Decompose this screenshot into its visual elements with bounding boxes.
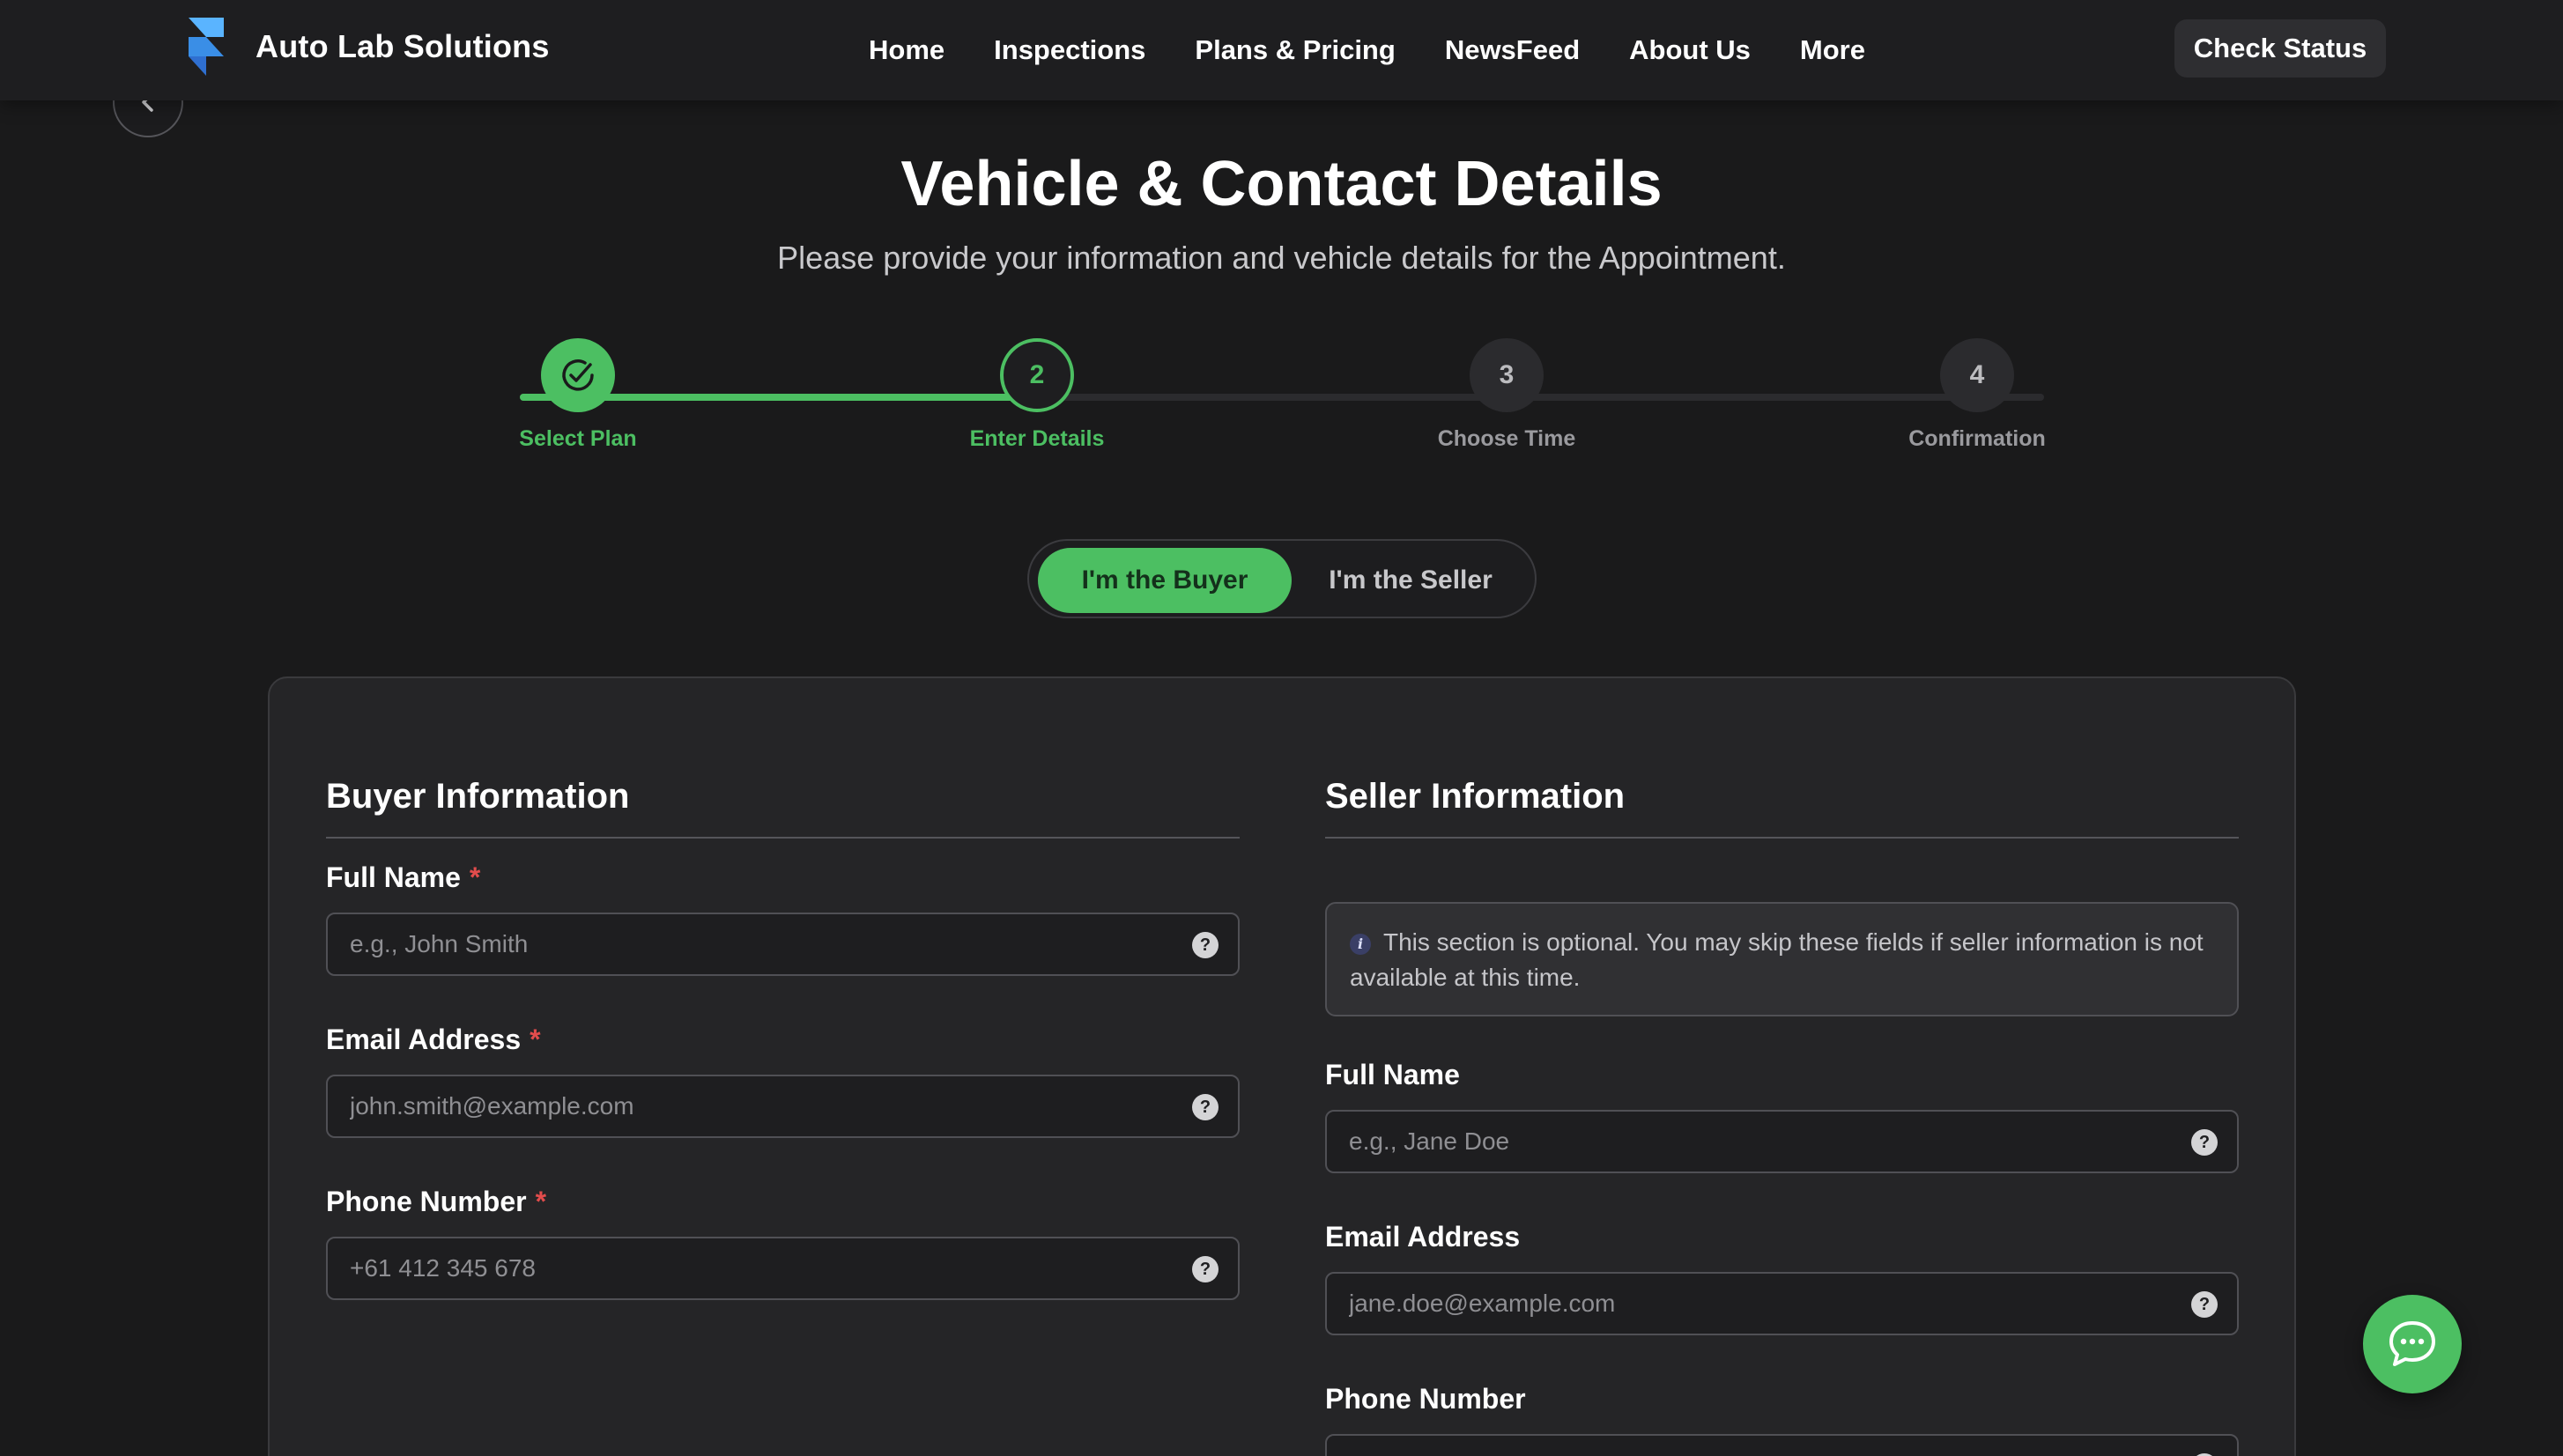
page-title: Vehicle & Contact Details [900, 149, 1663, 219]
step-4-circle: 4 [1940, 338, 2014, 412]
nav-plans-pricing[interactable]: Plans & Pricing [1195, 34, 1395, 66]
buyer-email-label: Email Address * [326, 1024, 541, 1056]
seller-email-field: ? [1325, 1272, 2239, 1335]
help-icon[interactable]: ? [1192, 1256, 1219, 1282]
buyer-toggle-button[interactable]: I'm the Buyer [1038, 548, 1292, 613]
step-3-circle: 3 [1470, 338, 1544, 412]
seller-notice-text: This section is optional. You may skip t… [1350, 928, 2204, 991]
nav-home[interactable]: Home [869, 34, 944, 66]
top-navbar: Auto Lab Solutions Home Inspections Plan… [0, 0, 2563, 100]
buyer-full-name-input[interactable] [328, 914, 1174, 974]
seller-phone-input[interactable] [1327, 1436, 2173, 1456]
main-nav: Home Inspections Plans & Pricing NewsFee… [869, 26, 1865, 74]
seller-toggle-button[interactable]: I'm the Seller [1292, 548, 1530, 613]
step-3-label: Choose Time [1437, 426, 1576, 451]
step-4-label: Confirmation [1908, 426, 2046, 451]
step-1-circle [541, 338, 615, 412]
buyer-section-title: Buyer Information [326, 777, 1240, 839]
buyer-full-name-label-text: Full Name [326, 861, 461, 893]
buyer-email-label-text: Email Address [326, 1024, 522, 1055]
buyer-full-name-label: Full Name * [326, 861, 480, 894]
chat-button[interactable] [2363, 1295, 2462, 1393]
nav-more[interactable]: More [1800, 34, 1865, 66]
required-mark: * [469, 861, 481, 893]
chat-bubble-icon [2389, 1321, 2435, 1366]
details-form-card: Buyer Information Full Name* ? Email Add… [268, 676, 2296, 1456]
seller-email-label: Email Address [1325, 1221, 1521, 1253]
help-icon[interactable]: ? [1192, 932, 1219, 958]
seller-section: Seller Information i This section is opti… [1325, 777, 2239, 1456]
buyer-section: Buyer Information Full Name* ? Email Add… [326, 777, 1240, 1300]
seller-phone-label: Phone Number [1325, 1383, 1526, 1415]
check-circle-icon [562, 359, 594, 391]
brand-name: Auto Lab Solutions [256, 28, 550, 64]
step-1-label: Select Plan [519, 426, 637, 451]
buyer-phone-input[interactable] [328, 1238, 1174, 1298]
buyer-phone-label-text: Phone Number [326, 1186, 527, 1217]
buyer-phone-field: ? [326, 1237, 1240, 1300]
step-2-circle: 2 [1000, 338, 1074, 412]
help-icon[interactable]: ? [2191, 1129, 2218, 1156]
required-mark: * [535, 1186, 547, 1217]
info-icon: i [1350, 934, 1371, 955]
seller-phone-field: ? [1325, 1434, 2239, 1456]
buyer-phone-label: Phone Number * [326, 1186, 546, 1218]
nav-about-us[interactable]: About Us [1629, 34, 1751, 66]
seller-optional-notice: i This section is optional. You may skip … [1325, 902, 2239, 1016]
required-mark: * [530, 1024, 541, 1055]
seller-full-name-field: ? [1325, 1110, 2239, 1173]
check-status-button[interactable]: Check Status [2174, 19, 2386, 78]
step-2-label: Enter Details [969, 426, 1105, 451]
framer-logo-icon [189, 18, 224, 76]
page-subtitle: Please provide your information and vehi… [777, 240, 1786, 276]
seller-section-title: Seller Information [1325, 777, 2239, 839]
seller-email-input[interactable] [1327, 1274, 2173, 1334]
buyer-email-field: ? [326, 1075, 1240, 1138]
buyer-email-input[interactable] [328, 1076, 1174, 1136]
brand[interactable]: Auto Lab Solutions [185, 18, 550, 76]
nav-newsfeed[interactable]: NewsFeed [1445, 34, 1580, 66]
buyer-full-name-field: ? [326, 913, 1240, 976]
help-icon[interactable]: ? [2191, 1291, 2218, 1318]
seller-full-name-input[interactable] [1327, 1112, 2173, 1171]
seller-full-name-label: Full Name [1325, 1059, 1460, 1090]
nav-inspections[interactable]: Inspections [994, 34, 1145, 66]
help-icon[interactable]: ? [1192, 1094, 1219, 1120]
role-toggle: I'm the Buyer I'm the Seller [1027, 539, 1537, 618]
